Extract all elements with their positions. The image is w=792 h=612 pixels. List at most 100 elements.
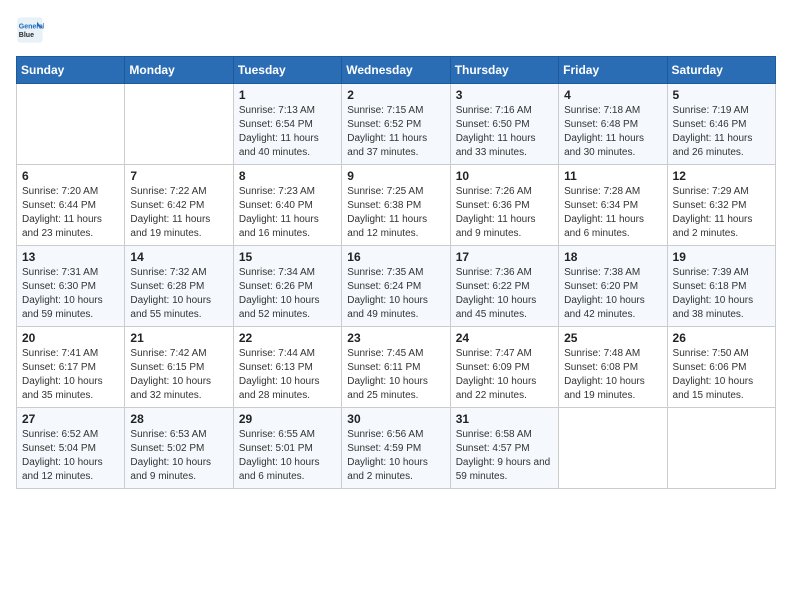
calendar-cell: 14 Sunrise: 7:32 AM Sunset: 6:28 PM Dayli… [125, 246, 233, 327]
day-number: 11 [564, 169, 661, 183]
day-info: Sunrise: 7:28 AM Sunset: 6:34 PM Dayligh… [564, 185, 661, 241]
column-header-tuesday: Tuesday [233, 57, 341, 84]
calendar-cell: 4 Sunrise: 7:18 AM Sunset: 6:48 PM Daylig… [559, 84, 667, 165]
calendar-cell [125, 84, 233, 165]
day-number: 23 [347, 331, 444, 345]
day-number: 4 [564, 88, 661, 102]
day-info: Sunrise: 7:35 AM Sunset: 6:24 PM Dayligh… [347, 266, 444, 322]
day-number: 12 [673, 169, 770, 183]
calendar-cell: 9 Sunrise: 7:25 AM Sunset: 6:38 PM Daylig… [342, 165, 450, 246]
calendar-cell: 17Sunrise: 7:36 AM Sunset: 6:22 PM Dayli… [450, 246, 558, 327]
day-number: 5 [673, 88, 770, 102]
column-header-thursday: Thursday [450, 57, 558, 84]
day-info: Sunrise: 7:26 AM Sunset: 6:36 PM Dayligh… [456, 185, 553, 241]
calendar-cell: 13 Sunrise: 7:31 AM Sunset: 6:30 PM Dayli… [17, 246, 125, 327]
day-info: Sunrise: 6:55 AM Sunset: 5:01 PM Dayligh… [239, 428, 336, 484]
day-number: 30 [347, 412, 444, 426]
day-info: Sunrise: 7:50 AM Sunset: 6:06 PM Dayligh… [673, 347, 770, 403]
day-info: Sunrise: 7:15 AM Sunset: 6:52 PM Dayligh… [347, 104, 444, 160]
day-info: Sunrise: 7:23 AM Sunset: 6:40 PM Dayligh… [239, 185, 336, 241]
day-info: Sunrise: 7:45 AM Sunset: 6:11 PM Dayligh… [347, 347, 444, 403]
day-info: Sunrise: 7:31 AM Sunset: 6:30 PM Dayligh… [22, 266, 119, 322]
day-info: Sunrise: 7:20 AM Sunset: 6:44 PM Dayligh… [22, 185, 119, 241]
page-header: General Blue [16, 16, 776, 44]
day-info: Sunrise: 7:48 AM Sunset: 6:08 PM Dayligh… [564, 347, 661, 403]
calendar-week-row: 27 Sunrise: 6:52 AM Sunset: 5:04 PM Dayli… [17, 408, 776, 489]
day-info: Sunrise: 7:42 AM Sunset: 6:15 PM Dayligh… [130, 347, 227, 403]
day-info: Sunrise: 6:53 AM Sunset: 5:02 PM Dayligh… [130, 428, 227, 484]
day-number: 13 [22, 250, 119, 264]
logo: General Blue [16, 16, 48, 44]
day-info: Sunrise: 7:29 AM Sunset: 6:32 PM Dayligh… [673, 185, 770, 241]
day-number: 29 [239, 412, 336, 426]
day-number: 15 [239, 250, 336, 264]
day-info: Sunrise: 7:47 AM Sunset: 6:09 PM Dayligh… [456, 347, 553, 403]
logo-icon: General Blue [16, 16, 44, 44]
calendar-cell: 15 Sunrise: 7:34 AM Sunset: 6:26 PM Dayli… [233, 246, 341, 327]
calendar-cell: 25 Sunrise: 7:48 AM Sunset: 6:08 PM Dayli… [559, 327, 667, 408]
day-info: Sunrise: 7:41 AM Sunset: 6:17 PM Dayligh… [22, 347, 119, 403]
calendar-cell: 7Sunrise: 7:22 AM Sunset: 6:42 PM Daylig… [125, 165, 233, 246]
calendar-cell [667, 408, 775, 489]
day-info: Sunrise: 7:16 AM Sunset: 6:50 PM Dayligh… [456, 104, 553, 160]
day-info: Sunrise: 7:38 AM Sunset: 6:20 PM Dayligh… [564, 266, 661, 322]
day-info: Sunrise: 7:44 AM Sunset: 6:13 PM Dayligh… [239, 347, 336, 403]
day-info: Sunrise: 7:13 AM Sunset: 6:54 PM Dayligh… [239, 104, 336, 160]
calendar-cell: 24Sunrise: 7:47 AM Sunset: 6:09 PM Dayli… [450, 327, 558, 408]
day-number: 3 [456, 88, 553, 102]
calendar-cell: 12 Sunrise: 7:29 AM Sunset: 6:32 PM Dayli… [667, 165, 775, 246]
calendar-cell: 10 Sunrise: 7:26 AM Sunset: 6:36 PM Dayli… [450, 165, 558, 246]
day-info: Sunrise: 7:32 AM Sunset: 6:28 PM Dayligh… [130, 266, 227, 322]
day-info: Sunrise: 7:19 AM Sunset: 6:46 PM Dayligh… [673, 104, 770, 160]
calendar-cell: 27 Sunrise: 6:52 AM Sunset: 5:04 PM Dayli… [17, 408, 125, 489]
day-number: 25 [564, 331, 661, 345]
day-info: Sunrise: 7:25 AM Sunset: 6:38 PM Dayligh… [347, 185, 444, 241]
day-number: 10 [456, 169, 553, 183]
calendar-cell: 8Sunrise: 7:23 AM Sunset: 6:40 PM Daylig… [233, 165, 341, 246]
day-info: Sunrise: 6:52 AM Sunset: 5:04 PM Dayligh… [22, 428, 119, 484]
column-header-monday: Monday [125, 57, 233, 84]
calendar-cell: 29 Sunrise: 6:55 AM Sunset: 5:01 PM Dayli… [233, 408, 341, 489]
column-header-saturday: Saturday [667, 57, 775, 84]
column-header-wednesday: Wednesday [342, 57, 450, 84]
calendar-cell: 2 Sunrise: 7:15 AM Sunset: 6:52 PM Daylig… [342, 84, 450, 165]
day-number: 18 [564, 250, 661, 264]
calendar-cell: 16 Sunrise: 7:35 AM Sunset: 6:24 PM Dayli… [342, 246, 450, 327]
day-number: 17 [456, 250, 553, 264]
calendar-week-row: 1 Sunrise: 7:13 AM Sunset: 6:54 PM Daylig… [17, 84, 776, 165]
calendar-cell: 18 Sunrise: 7:38 AM Sunset: 6:20 PM Dayli… [559, 246, 667, 327]
calendar-cell: 1 Sunrise: 7:13 AM Sunset: 6:54 PM Daylig… [233, 84, 341, 165]
day-number: 1 [239, 88, 336, 102]
calendar-table: SundayMondayTuesdayWednesdayThursdayFrid… [16, 56, 776, 489]
day-info: Sunrise: 7:34 AM Sunset: 6:26 PM Dayligh… [239, 266, 336, 322]
day-number: 14 [130, 250, 227, 264]
calendar-cell [17, 84, 125, 165]
day-number: 19 [673, 250, 770, 264]
calendar-cell: 11 Sunrise: 7:28 AM Sunset: 6:34 PM Dayli… [559, 165, 667, 246]
calendar-cell: 30Sunrise: 6:56 AM Sunset: 4:59 PM Dayli… [342, 408, 450, 489]
day-number: 20 [22, 331, 119, 345]
svg-text:Blue: Blue [19, 32, 34, 39]
day-number: 22 [239, 331, 336, 345]
calendar-cell: 20 Sunrise: 7:41 AM Sunset: 6:17 PM Dayli… [17, 327, 125, 408]
calendar-cell [559, 408, 667, 489]
day-number: 2 [347, 88, 444, 102]
day-number: 6 [22, 169, 119, 183]
day-info: Sunrise: 6:58 AM Sunset: 4:57 PM Dayligh… [456, 428, 553, 484]
day-number: 26 [673, 331, 770, 345]
day-number: 9 [347, 169, 444, 183]
day-number: 27 [22, 412, 119, 426]
calendar-cell: 22 Sunrise: 7:44 AM Sunset: 6:13 PM Dayli… [233, 327, 341, 408]
day-info: Sunrise: 7:22 AM Sunset: 6:42 PM Dayligh… [130, 185, 227, 241]
day-number: 28 [130, 412, 227, 426]
day-number: 16 [347, 250, 444, 264]
calendar-week-row: 20 Sunrise: 7:41 AM Sunset: 6:17 PM Dayli… [17, 327, 776, 408]
calendar-week-row: 6 Sunrise: 7:20 AM Sunset: 6:44 PM Daylig… [17, 165, 776, 246]
calendar-cell: 19Sunrise: 7:39 AM Sunset: 6:18 PM Dayli… [667, 246, 775, 327]
day-info: Sunrise: 7:18 AM Sunset: 6:48 PM Dayligh… [564, 104, 661, 160]
calendar-cell: 6 Sunrise: 7:20 AM Sunset: 6:44 PM Daylig… [17, 165, 125, 246]
calendar-week-row: 13 Sunrise: 7:31 AM Sunset: 6:30 PM Dayli… [17, 246, 776, 327]
calendar-cell: 21Sunrise: 7:42 AM Sunset: 6:15 PM Dayli… [125, 327, 233, 408]
calendar-cell: 23 Sunrise: 7:45 AM Sunset: 6:11 PM Dayli… [342, 327, 450, 408]
calendar-cell: 3 Sunrise: 7:16 AM Sunset: 6:50 PM Daylig… [450, 84, 558, 165]
